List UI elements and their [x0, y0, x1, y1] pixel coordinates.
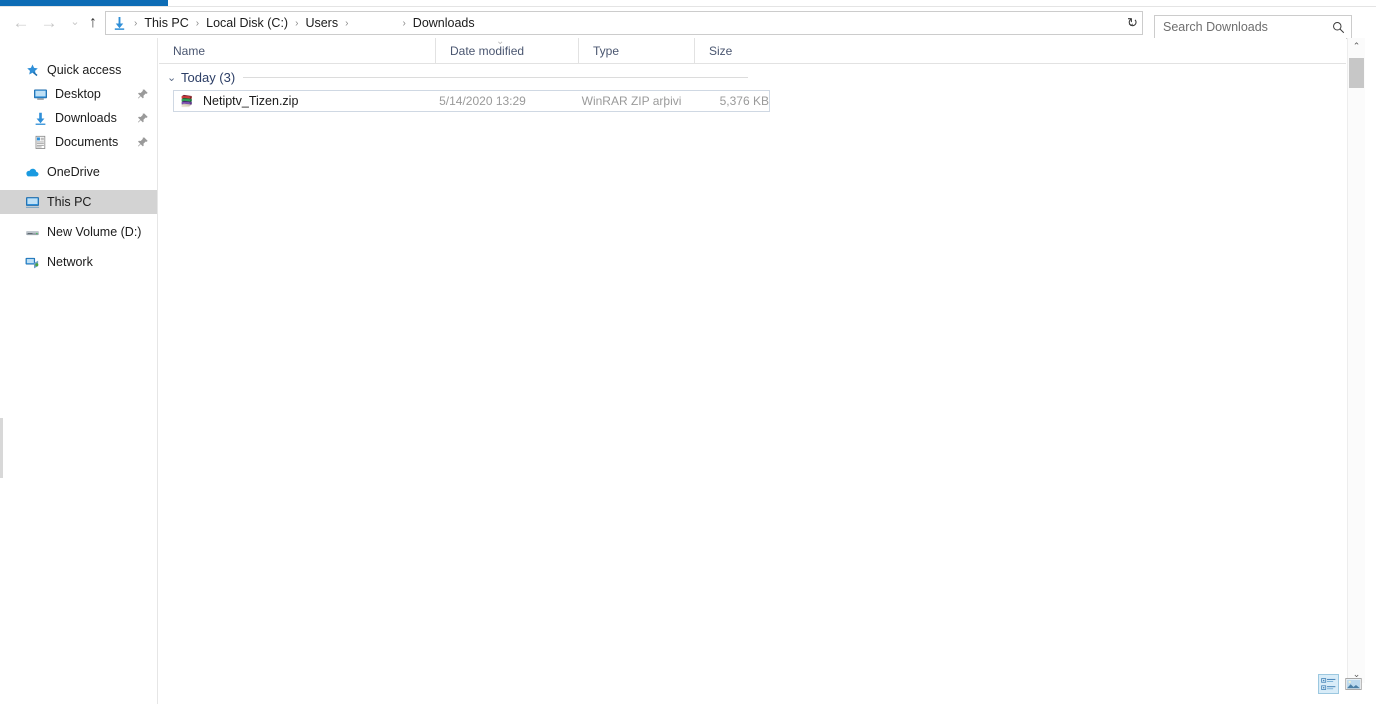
sidebar-item-label: Network — [42, 255, 93, 269]
sidebar-item-label: Downloads — [50, 111, 117, 125]
sidebar-item-new-volume-d[interactable]: New Volume (D:) — [0, 220, 157, 244]
desktop-icon — [30, 84, 50, 104]
breadcrumb-local-disk-c[interactable]: Local Disk (C:) — [203, 16, 291, 30]
breadcrumb-downloads[interactable]: Downloads — [410, 16, 478, 30]
address-bar[interactable]: › This PC › Local Disk (C:) › Users › › … — [105, 11, 1143, 35]
file-name-cell[interactable]: Netiptv_Tizen.zip — [174, 92, 439, 110]
sidebar-item-quick-access[interactable]: Quick access — [0, 58, 157, 82]
network-icon — [22, 252, 42, 272]
view-mode-buttons — [1318, 673, 1366, 695]
refresh-button[interactable]: ↻ — [1122, 12, 1143, 34]
drive-icon — [22, 222, 42, 242]
column-headers: Name ⌄ Date modified Type Size — [159, 38, 1346, 64]
vertical-scrollbar[interactable]: ⌃ ⌄ — [1347, 38, 1365, 683]
pin-icon[interactable] — [137, 136, 149, 148]
column-header-label: Size — [709, 44, 732, 58]
column-header-label: Name — [173, 44, 205, 58]
ribbon-active-tab-indicator — [0, 0, 168, 6]
downloads-icon — [30, 108, 50, 128]
sidebar-item-documents[interactable]: Documents — [0, 130, 157, 154]
sidebar-item-desktop[interactable]: Desktop — [0, 82, 157, 106]
group-header-today[interactable]: ⌄ Today (3) — [159, 64, 1346, 90]
cloud-icon — [22, 162, 42, 182]
group-header-label: Today (3) — [181, 70, 243, 85]
pin-icon[interactable] — [137, 88, 149, 100]
back-button[interactable]: ← — [8, 7, 34, 38]
column-header-label: Date modified — [450, 44, 524, 58]
navigation-pane: Quick access Desktop — [0, 38, 158, 704]
file-type-cell: WinRAR ZIP arþivi — [582, 94, 713, 108]
scroll-up-arrow-icon[interactable]: ⌃ — [1348, 38, 1365, 55]
sort-ascending-icon: ⌄ — [496, 36, 504, 47]
sidebar-item-onedrive[interactable]: OneDrive — [0, 160, 157, 184]
sidebar-item-label: This PC — [42, 195, 91, 209]
details-view-button[interactable] — [1318, 674, 1339, 694]
breadcrumb-this-pc[interactable]: This PC — [141, 16, 191, 30]
sidebar-item-label: OneDrive — [42, 165, 100, 179]
file-date-modified-cell: 5/14/2020 13:29 — [439, 94, 582, 108]
sidebar-item-downloads[interactable]: Downloads — [0, 106, 157, 130]
chevron-down-icon[interactable]: ⌄ — [167, 71, 181, 84]
file-name-label: Netiptv_Tizen.zip — [203, 94, 298, 108]
breadcrumb-separator-3[interactable]: › — [341, 18, 352, 29]
winrar-archive-icon — [177, 92, 197, 110]
breadcrumb-separator-1[interactable]: › — [192, 18, 203, 29]
sidebar-item-this-pc[interactable]: This PC — [0, 190, 157, 214]
breadcrumb-users[interactable]: Users — [302, 16, 341, 30]
pin-icon[interactable] — [137, 112, 149, 124]
search-input[interactable]: Search Downloads — [1155, 20, 1325, 34]
navigation-bar: ← → ⌄ ↑ › This PC › Local Disk (C:) › Us… — [0, 7, 1376, 38]
table-row[interactable]: Netiptv_Tizen.zip 5/14/2020 13:29 WinRAR… — [173, 90, 770, 112]
file-list-pane: Name ⌄ Date modified Type Size ⌄ Today (… — [159, 38, 1346, 704]
sidebar-item-label: New Volume (D:) — [42, 225, 141, 239]
large-icons-view-button[interactable] — [1343, 674, 1364, 694]
file-size-cell: 5,376 KB — [712, 94, 769, 108]
documents-icon — [30, 132, 50, 152]
column-header-label: Type — [593, 44, 619, 58]
up-one-level-button[interactable]: ↑ — [80, 7, 106, 38]
column-header-date-modified[interactable]: ⌄ Date modified — [435, 38, 578, 64]
search-icon[interactable] — [1325, 16, 1351, 38]
sidebar-item-label: Documents — [50, 135, 118, 149]
sidebar-item-label: Quick access — [42, 63, 121, 77]
forward-button[interactable]: → — [36, 7, 62, 38]
column-header-size[interactable]: Size — [694, 38, 774, 64]
this-pc-icon — [22, 192, 42, 212]
breadcrumb-separator-2[interactable]: › — [291, 18, 302, 29]
ribbon-strip — [0, 0, 1376, 7]
sidebar-item-network[interactable]: Network — [0, 250, 157, 274]
search-box[interactable]: Search Downloads — [1154, 15, 1352, 39]
left-edge-scroll-ghost — [0, 418, 3, 478]
breadcrumb-separator-0[interactable]: › — [130, 18, 141, 29]
scrollbar-thumb[interactable] — [1349, 58, 1364, 88]
star-pin-icon — [22, 60, 42, 80]
column-header-name[interactable]: Name — [159, 38, 435, 64]
file-explorer-window: ← → ⌄ ↑ › This PC › Local Disk (C:) › Us… — [0, 0, 1376, 704]
downloads-folder-icon — [108, 12, 130, 34]
sidebar-item-label: Desktop — [50, 87, 101, 101]
column-header-type[interactable]: Type — [578, 38, 694, 64]
breadcrumb-separator-4[interactable]: › — [398, 18, 409, 29]
group-header-rule — [243, 77, 748, 78]
